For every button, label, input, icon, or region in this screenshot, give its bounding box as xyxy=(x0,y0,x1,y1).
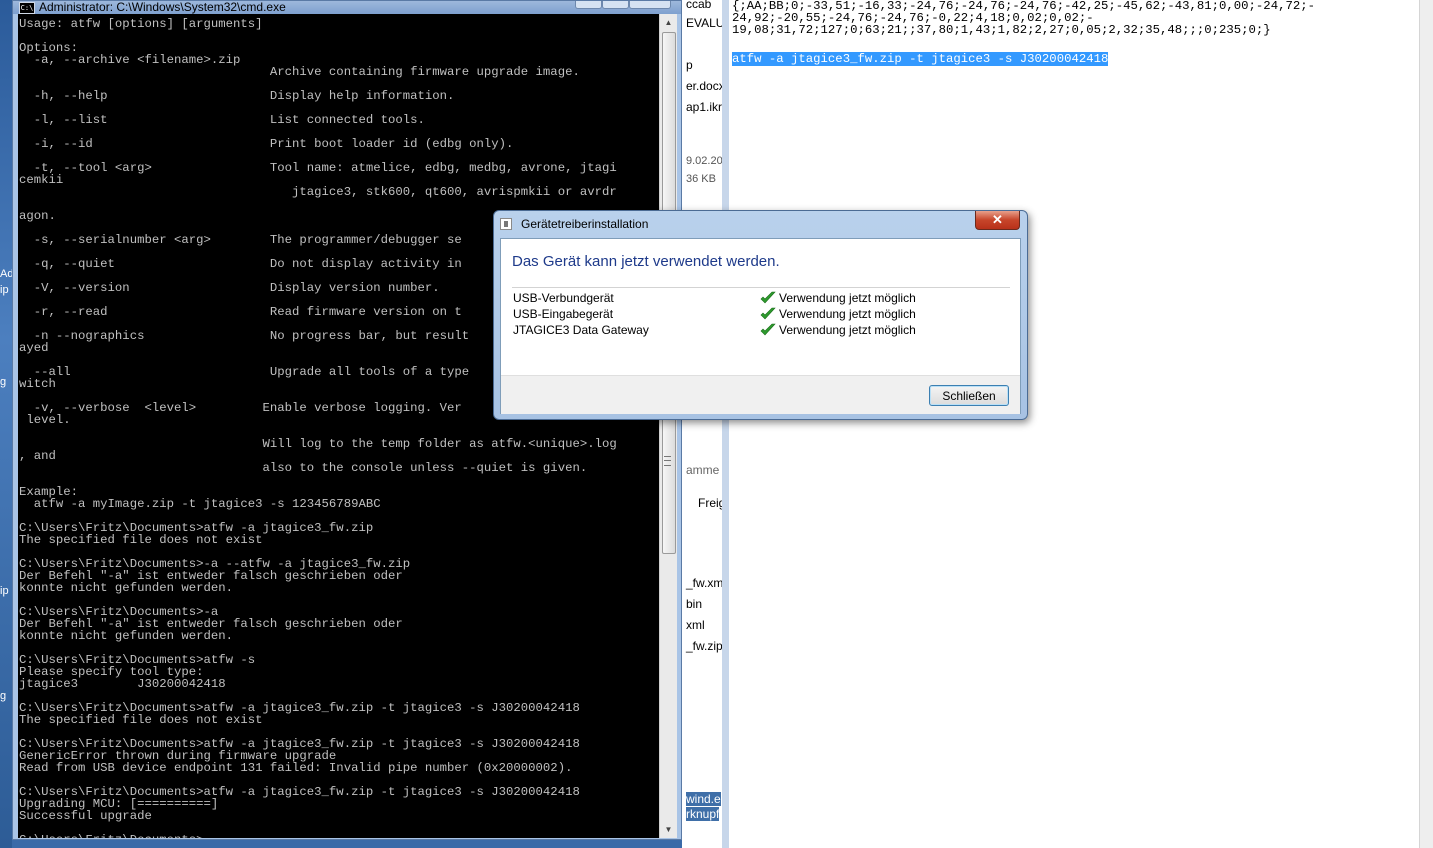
close-button[interactable] xyxy=(629,1,671,9)
text-editor[interactable]: {;AA;BB;0;-33,51;-16,33;-24,76;-24,76;-2… xyxy=(722,0,1433,848)
cmd-window-title: Administrator: C:\Windows\System32\cmd.e… xyxy=(39,0,286,14)
dialog-titlebar[interactable]: Gerätetreiberinstallation ✕ xyxy=(494,211,1027,237)
device-status-text: Verwendung jetzt möglich xyxy=(779,307,916,321)
device-name: USB-Eingabegerät xyxy=(513,307,614,321)
scroll-up-arrow-icon[interactable]: ▲ xyxy=(660,14,677,31)
editor-text[interactable]: {;AA;BB;0;-33,51;-16,33;-24,76;-24,76;-2… xyxy=(732,0,1315,36)
close-dialog-button[interactable]: Schließen xyxy=(929,385,1009,406)
explorer-size: 36 KB xyxy=(686,173,716,185)
explorer-item[interactable]: er.docx xyxy=(686,79,722,93)
explorer-item[interactable]: EVALUAT xyxy=(686,16,722,30)
device-status-text: Verwendung jetzt möglich xyxy=(779,323,916,337)
console-output[interactable]: Usage: atfw [options] [arguments] Option… xyxy=(18,14,659,838)
console-text: Usage: atfw [options] [arguments] Option… xyxy=(19,17,617,838)
maximize-button[interactable] xyxy=(602,1,629,9)
taskbar-item[interactable]: rknupf xyxy=(686,807,720,821)
device-status: Verwendung jetzt möglich xyxy=(760,291,916,305)
minimize-button[interactable] xyxy=(575,1,602,9)
explorer-date: 9.02.201 xyxy=(686,155,723,167)
divider xyxy=(512,287,1010,288)
device-name: USB-Verbundgerät xyxy=(513,291,614,305)
dialog-footer: Schließen xyxy=(501,375,1020,414)
desktop-label: ip xyxy=(0,284,9,296)
explorer-header[interactable]: amme xyxy=(686,463,719,477)
explorer-item[interactable]: ap1.ikr xyxy=(686,100,722,114)
driver-install-dialog[interactable]: Gerätetreiberinstallation ✕ Das Gerät ka… xyxy=(493,210,1028,420)
dialog-heading: Das Gerät kann jetzt verwendet werden. xyxy=(512,253,780,270)
device-status: Verwendung jetzt möglich xyxy=(760,307,916,321)
explorer-item[interactable]: bin xyxy=(686,597,702,611)
cmd-app-icon: C:\ xyxy=(19,2,35,14)
device-status-text: Verwendung jetzt möglich xyxy=(779,291,916,305)
editor-scrollbar[interactable] xyxy=(1419,0,1433,848)
explorer-item[interactable]: p xyxy=(686,58,693,72)
dialog-body: Das Gerät kann jetzt verwendet werden. U… xyxy=(500,238,1021,414)
cmd-window[interactable]: C:\ Administrator: C:\Windows\System32\c… xyxy=(12,0,682,840)
dialog-title: Gerätetreiberinstallation xyxy=(521,217,649,231)
taskbar-item[interactable]: wind.e xyxy=(686,792,721,806)
explorer-item[interactable]: ccab xyxy=(686,0,711,11)
desktop-strip: Ad ip g ip g xyxy=(0,0,13,848)
cmd-scrollbar[interactable]: ▲ ▼ xyxy=(659,14,677,838)
editor-selected-text[interactable]: atfw -a jtagice3_fw.zip -t jtagice3 -s J… xyxy=(732,52,1109,66)
cmd-titlebar[interactable]: C:\ Administrator: C:\Windows\System32\c… xyxy=(13,0,681,14)
explorer-share-button[interactable]: Freig xyxy=(698,496,722,510)
explorer-item[interactable]: _fw.zip xyxy=(686,639,722,653)
desktop-label: g xyxy=(0,376,7,388)
scroll-down-arrow-icon[interactable]: ▼ xyxy=(660,821,677,838)
explorer-item[interactable]: xml xyxy=(686,618,705,632)
explorer-item[interactable]: _fw.xm xyxy=(686,576,722,590)
desktop-label: ip xyxy=(0,585,9,597)
dialog-close-button[interactable]: ✕ xyxy=(975,211,1020,230)
device-status: Verwendung jetzt möglich xyxy=(760,323,916,337)
desktop-label: g xyxy=(0,690,7,702)
explorer-window[interactable]: ccab EVALUAT p er.docx ap1.ikr 9.02.201 … xyxy=(682,0,723,848)
driver-install-icon xyxy=(500,218,512,230)
device-name: JTAGICE3 Data Gateway xyxy=(513,323,649,337)
scroll-grip-icon xyxy=(664,456,671,466)
